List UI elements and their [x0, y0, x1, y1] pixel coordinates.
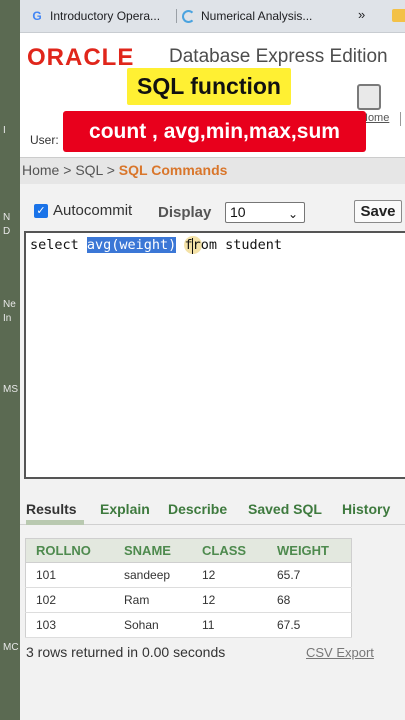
- table-cell: 67.5: [267, 612, 352, 638]
- user-label: User:: [30, 133, 59, 147]
- oracle-logo: ORACLE: [27, 44, 135, 71]
- breadcrumb: Home > SQL > SQL Commands: [22, 162, 227, 178]
- more-bookmarks-button[interactable]: »: [358, 7, 365, 22]
- table-cell: sandeep: [114, 562, 192, 588]
- breadcrumb-home[interactable]: Home: [22, 162, 59, 178]
- autocommit-control[interactable]: ✓ Autocommit: [34, 202, 132, 219]
- product-title: Database Express Edition: [169, 46, 388, 67]
- table-cell: 101: [25, 562, 114, 588]
- sql-selected-text: avg(weight): [86, 237, 177, 253]
- save-button[interactable]: Save: [354, 200, 402, 223]
- strip-text: MC: [3, 642, 19, 653]
- display-select[interactable]: 10 ⌄: [225, 202, 305, 223]
- results-table: ROLLNO SNAME CLASS WEIGHT 101 sandeep 12…: [25, 538, 352, 638]
- tab-results[interactable]: Results: [26, 501, 77, 517]
- caption-subtitle: count , avg,min,max,sum: [63, 111, 366, 152]
- breadcrumb-sql[interactable]: SQL: [75, 162, 103, 178]
- left-desktop-strip: I N D Ne In MS MC: [0, 0, 20, 720]
- sql-editor[interactable]: select avg(weight) from student: [24, 231, 405, 479]
- browser-tab-bar: G Introductory Opera... Numerical Analys…: [20, 0, 405, 33]
- display-label: Display: [158, 204, 212, 221]
- table-row: 101 sandeep 12 65.7: [25, 562, 352, 588]
- browser-tab-introductory[interactable]: G Introductory Opera...: [30, 6, 160, 26]
- header-edge-divider: [400, 112, 405, 126]
- text-cursor-icon: [192, 238, 193, 254]
- sql-commands-panel: ✓ Autocommit Display 10 ⌄ Save select av…: [20, 184, 405, 720]
- tab-saved-sql[interactable]: Saved SQL: [248, 501, 322, 517]
- table-cell: 11: [192, 612, 267, 638]
- strip-text: In: [3, 313, 12, 324]
- table-header-row: ROLLNO SNAME CLASS WEIGHT: [25, 538, 352, 563]
- breadcrumb-sep: >: [59, 162, 76, 178]
- breadcrumb-bar: Home > SQL > SQL Commands: [20, 157, 405, 185]
- rows-status: 3 rows returned in 0.00 seconds: [26, 644, 226, 660]
- table-cell: 103: [25, 612, 114, 638]
- column-header: ROLLNO: [25, 538, 114, 563]
- table-cell: Ram: [114, 587, 192, 613]
- table-cell: 102: [25, 587, 114, 613]
- strip-text: N: [3, 212, 11, 223]
- tab-separator: [176, 9, 177, 23]
- strip-text: D: [3, 226, 11, 237]
- strip-text: I: [3, 125, 6, 136]
- table-row: 102 Ram 12 68: [25, 587, 352, 613]
- tab-history[interactable]: History: [342, 501, 390, 517]
- breadcrumb-current: SQL Commands: [118, 162, 228, 178]
- browser-tab-label: Introductory Opera...: [50, 9, 161, 23]
- home-icon[interactable]: [357, 84, 381, 110]
- table-cell: 12: [192, 562, 267, 588]
- column-header: SNAME: [114, 538, 192, 563]
- csv-export-link[interactable]: CSV Export: [306, 645, 374, 660]
- caption-title: SQL function: [127, 68, 291, 105]
- sql-text-before: select: [30, 237, 87, 253]
- chevron-down-icon: ⌄: [287, 207, 298, 221]
- table-cell: Sohan: [114, 612, 192, 638]
- breadcrumb-sep: >: [102, 162, 119, 178]
- table-cell: 68: [267, 587, 352, 613]
- table-cell: 12: [192, 587, 267, 613]
- google-g-icon: G: [32, 9, 42, 23]
- strip-text: Ne: [3, 299, 16, 310]
- column-header: CLASS: [192, 538, 267, 563]
- table-row: 103 Sohan 11 67.5: [25, 612, 352, 638]
- column-header: WEIGHT: [267, 538, 352, 563]
- tab-describe[interactable]: Describe: [168, 501, 227, 517]
- tab-explain[interactable]: Explain: [100, 501, 150, 517]
- browser-tab-numerical[interactable]: Numerical Analysis...: [182, 6, 312, 26]
- sql-text: select avg(weight) from student: [30, 237, 282, 253]
- loading-icon: [182, 9, 195, 23]
- browser-window: G Introductory Opera... Numerical Analys…: [20, 0, 405, 720]
- active-tab-indicator: [26, 520, 84, 525]
- folder-icon[interactable]: [392, 9, 405, 22]
- table-cell: 65.7: [267, 562, 352, 588]
- autocommit-checkbox[interactable]: ✓: [34, 203, 48, 218]
- autocommit-label: Autocommit: [53, 202, 133, 219]
- browser-tab-label: Numerical Analysis...: [201, 9, 313, 23]
- result-tabs: Results Explain Describe Saved SQL Histo…: [20, 496, 405, 525]
- display-value: 10: [230, 204, 246, 220]
- strip-text: MS: [3, 384, 18, 395]
